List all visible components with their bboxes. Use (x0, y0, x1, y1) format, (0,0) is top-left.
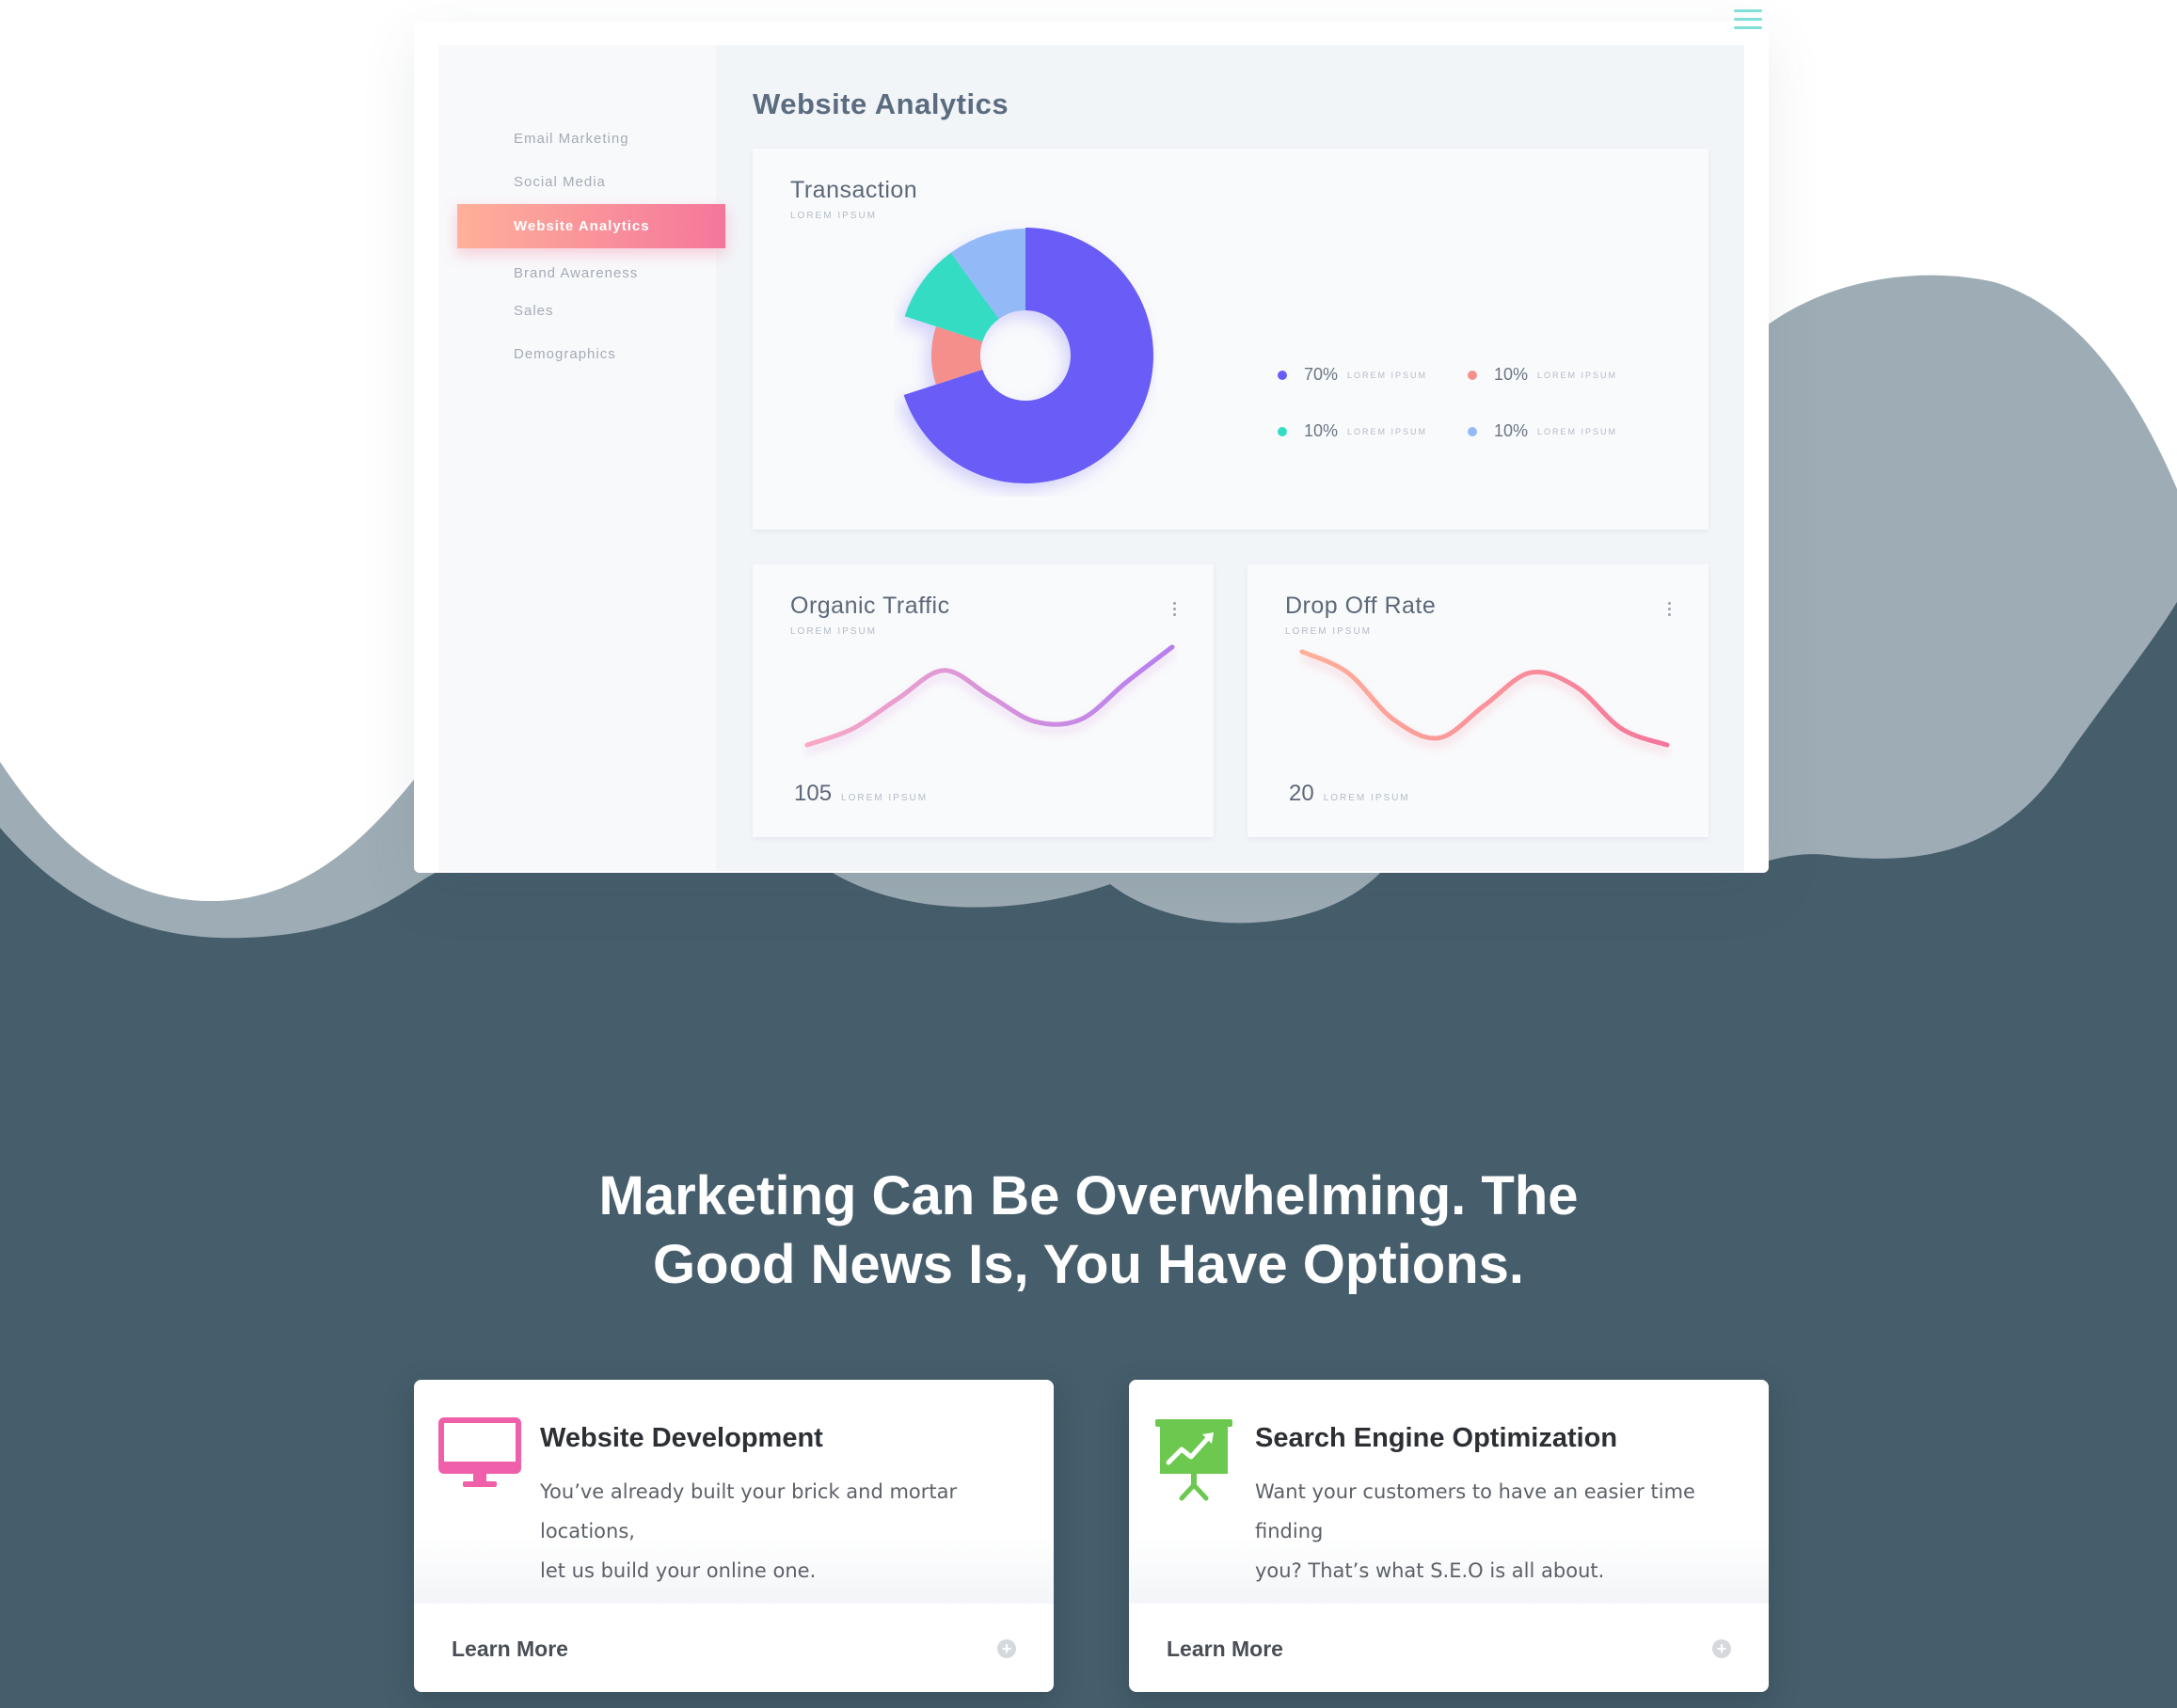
legend-percent: 10% (1494, 421, 1529, 440)
hamburger-icon-bar (1734, 9, 1762, 12)
organic-traffic-panel: Organic Traffic LOREM IPSUM 105 LOREM IP… (753, 564, 1214, 837)
sidebar-item-sales[interactable]: Sales (514, 303, 554, 319)
drop-off-rate-title: Drop Off Rate (1285, 593, 1437, 619)
learn-more-label: Learn More (452, 1637, 568, 1661)
transaction-title: Transaction (790, 177, 918, 203)
page-title: Website Analytics (753, 87, 1009, 120)
legend-dot (1278, 370, 1287, 380)
card-description: You’ve already built your brick and mort… (540, 1472, 1039, 1590)
legend-item: 10% LOREM IPSUM (1468, 365, 1617, 385)
legend-dot (1468, 426, 1477, 436)
plus-circle-icon: + (1712, 1639, 1731, 1658)
card-description-line: let us build your online one. (540, 1559, 817, 1582)
drop-off-rate-series-line (1299, 649, 1670, 748)
legend-dot (1278, 426, 1287, 436)
transaction-panel: Transaction LOREM IPSUM 70% LOREM IPSUM … (753, 149, 1708, 530)
sidebar-item-demographics[interactable]: Demographics (514, 346, 616, 362)
hamburger-menu-button[interactable] (1734, 9, 1762, 32)
legend-percent: 10% (1494, 365, 1529, 384)
learn-more-label: Learn More (1167, 1637, 1283, 1661)
drop-off-rate-value: 20 (1289, 781, 1314, 806)
dashboard-mockup: Email Marketing Social Media Brand Aware… (438, 45, 1744, 871)
legend-item: 10% LOREM IPSUM (1468, 421, 1617, 441)
presentation-chart-icon (1155, 1419, 1232, 1501)
drop-off-rate-panel: Drop Off Rate LOREM IPSUM 20 LOREM IPSUM (1247, 564, 1708, 837)
sidebar-item-social-media[interactable]: Social Media (514, 174, 606, 190)
organic-traffic-value: 105 (794, 781, 833, 806)
legend-dot (1468, 370, 1477, 380)
sidebar-item-website-analytics[interactable]: Website Analytics (457, 204, 725, 248)
plus-circle-icon: + (997, 1639, 1016, 1658)
sidebar-item-brand-awareness[interactable]: Brand Awareness (514, 265, 638, 281)
card-description-line: You’ve already built your brick and mort… (540, 1480, 958, 1542)
organic-traffic-stat: 105 LOREM IPSUM (794, 781, 928, 807)
card-description: Want your customers to have an easier ti… (1255, 1472, 1754, 1590)
card-title: Website Development (540, 1423, 823, 1453)
organic-traffic-title: Organic Traffic (790, 593, 950, 619)
organic-traffic-value-label: LOREM IPSUM (841, 793, 929, 803)
service-card-website-development: Website Development You’ve already built… (414, 1380, 1054, 1692)
section-headline: Marketing Can Be Overwhelming. The Good … (0, 1162, 2177, 1299)
legend-item: 70% LOREM IPSUM (1278, 365, 1427, 385)
card-title: Search Engine Optimization (1255, 1423, 1618, 1453)
legend-label: LOREM IPSUM (1347, 426, 1428, 436)
learn-more-button[interactable]: Learn More + (1129, 1604, 1769, 1692)
sidebar: Email Marketing Social Media Brand Aware… (438, 45, 716, 871)
service-card-seo: Search Engine Optimization Want your cus… (1129, 1380, 1769, 1692)
learn-more-button[interactable]: Learn More + (414, 1604, 1054, 1692)
drop-off-rate-stat: 20 LOREM IPSUM (1289, 781, 1410, 807)
headline-line-1: Marketing Can Be Overwhelming. The (598, 1165, 1579, 1226)
legend-item: 10% LOREM IPSUM (1278, 421, 1427, 441)
transaction-donut-chart (903, 228, 1153, 483)
monitor-icon (438, 1417, 521, 1487)
legend-percent: 10% (1304, 421, 1339, 440)
drop-off-rate-value-label: LOREM IPSUM (1323, 793, 1410, 803)
card-description-line: Want your customers to have an easier ti… (1255, 1480, 1695, 1542)
sidebar-item-email-marketing[interactable]: Email Marketing (514, 131, 629, 147)
card-description-line: you? That’s what S.E.O is all about. (1255, 1559, 1605, 1582)
kebab-icon[interactable] (1668, 602, 1671, 619)
legend-label: LOREM IPSUM (1537, 426, 1618, 436)
hamburger-icon-bar (1734, 26, 1762, 29)
transaction-subtitle: LOREM IPSUM (790, 211, 878, 221)
organic-traffic-line-chart (804, 644, 1175, 748)
legend-label: LOREM IPSUM (1537, 370, 1618, 380)
drop-off-rate-line-chart (1299, 649, 1670, 748)
organic-traffic-series-line (804, 644, 1175, 748)
kebab-icon[interactable] (1173, 602, 1176, 619)
legend-label: LOREM IPSUM (1347, 370, 1428, 380)
legend-percent: 70% (1304, 365, 1339, 384)
headline-line-2: Good News Is, You Have Options. (652, 1234, 1525, 1295)
hamburger-icon-bar (1734, 18, 1762, 21)
